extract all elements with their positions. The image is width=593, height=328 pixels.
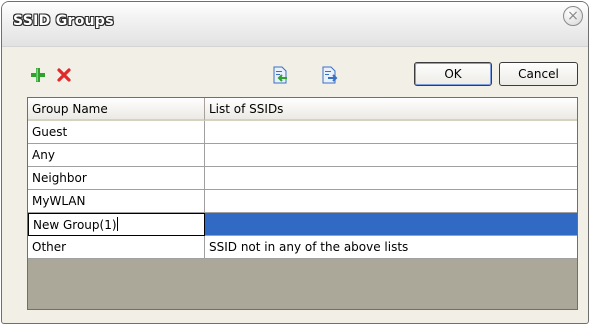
ssid-list-cell-selected[interactable] <box>205 213 577 236</box>
grid-header: Group Name List of SSIDs <box>28 98 577 122</box>
delete-group-button[interactable] <box>55 66 73 84</box>
table-row[interactable]: MyWLAN <box>28 190 577 213</box>
ssid-list-cell[interactable] <box>205 144 577 167</box>
table-row-editing[interactable]: New Group(1) <box>28 213 577 236</box>
group-name-cell[interactable]: Other <box>28 236 205 259</box>
group-name-edit-text: New Group(1) <box>33 218 117 232</box>
group-name-edit-field[interactable]: New Group(1) <box>28 213 205 236</box>
group-name-cell[interactable]: MyWLAN <box>28 190 205 213</box>
import-icon <box>273 66 287 84</box>
dialog-title: SSID Groups <box>13 13 114 29</box>
ssid-list-cell[interactable] <box>205 167 577 190</box>
ssid-groups-dialog: SSID Groups × OK Cancel Group Name List … <box>1 1 589 324</box>
column-header-group-name[interactable]: Group Name <box>28 98 205 121</box>
table-row[interactable]: Other SSID not in any of the above lists <box>28 236 577 259</box>
group-name-cell[interactable]: Neighbor <box>28 167 205 190</box>
ok-button[interactable]: OK <box>414 62 492 86</box>
add-group-button[interactable] <box>29 66 47 84</box>
x-icon <box>57 68 71 82</box>
table-row[interactable]: Guest <box>28 121 577 144</box>
ssid-groups-grid: Group Name List of SSIDs Guest Any Neigh… <box>27 97 578 310</box>
ssid-list-cell[interactable]: SSID not in any of the above lists <box>205 236 577 259</box>
group-name-cell[interactable]: Any <box>28 144 205 167</box>
export-icon <box>322 66 338 84</box>
close-icon: × <box>567 8 579 24</box>
import-button[interactable] <box>271 66 289 84</box>
table-row[interactable]: Any <box>28 144 577 167</box>
group-name-cell[interactable]: Guest <box>28 121 205 144</box>
close-button[interactable]: × <box>563 6 583 26</box>
column-header-ssid-list[interactable]: List of SSIDs <box>205 98 577 121</box>
ssid-list-cell[interactable] <box>205 121 577 144</box>
text-caret <box>116 217 118 231</box>
export-button[interactable] <box>320 66 338 84</box>
title-bar[interactable]: SSID Groups × <box>2 2 588 47</box>
ssid-list-cell[interactable] <box>205 190 577 213</box>
cancel-button[interactable]: Cancel <box>499 62 578 86</box>
table-row[interactable]: Neighbor <box>28 167 577 190</box>
plus-icon <box>31 68 45 82</box>
